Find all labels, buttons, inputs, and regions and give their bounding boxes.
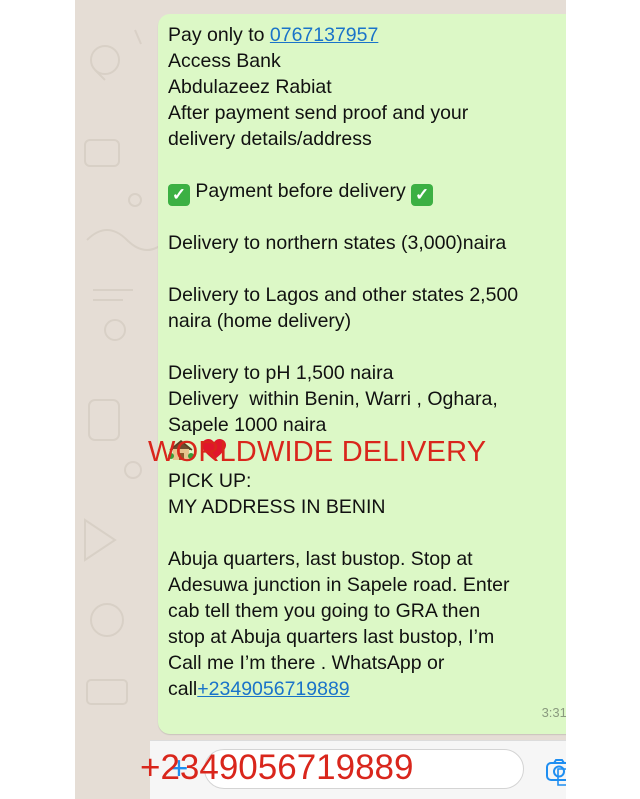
message-meta: 3:31 PM [542,700,566,726]
message-line: Abdulazeez Rabiat [168,76,332,98]
phone-link-top[interactable]: 0767137957 [270,24,378,46]
message-line: cab tell them you going to GRA then [168,600,481,622]
message-line: Pay only to 0767137957 [168,22,566,48]
check-mark-icon: ✓ [168,184,190,206]
message-line: naira (home delivery) [168,310,352,332]
camera-icon[interactable] [545,757,566,783]
message-text: Payment before delivery [190,180,412,202]
message-text: Pay only to [168,24,270,46]
message-line: Call me I’m there . WhatsApp or [168,652,445,674]
check-mark-icon: ✓ [411,184,434,206]
message-line: Delivery to pH 1,500 naira [168,362,394,384]
message-line: Abuja quarters, last bustop. Stop at [168,548,473,570]
message-line: delivery details/address [168,128,372,150]
worldwide-delivery-headline: WORLDWIDE DELIVERY [148,436,487,468]
message-line: Delivery to northern states (3,000)naira [168,232,507,254]
message-line: Adesuwa junction in Sapele road. Enter [168,574,510,596]
message-line: MY ADDRESS IN BENIN [168,496,386,518]
message-line: Delivery to Lagos and other states 2,500 [168,284,519,306]
call-line: call+2349056719889 [168,678,350,700]
message-line: Delivery within Benin, Warri , Oghara, [168,388,498,410]
phone-link-bottom[interactable]: +2349056719889 [197,678,349,700]
message-time: 3:31 PM [541,705,566,720]
message-line: stop at Abuja quarters last bustop, I’m [168,626,495,648]
message-bubble[interactable]: Pay only to 0767137957 Access Bank Abdulaz… [158,14,566,734]
typed-phone-number: +2349056719889 [140,748,414,787]
payment-before-delivery-line: ✓ Payment before delivery ✓ [168,178,566,206]
message-line: After payment send proof and your [168,102,469,124]
chat-screen: Pay only to 0767137957 Access Bank Abdulaz… [75,0,566,799]
message-line: Access Bank [168,50,281,72]
message-line: PICK UP: [168,470,252,492]
